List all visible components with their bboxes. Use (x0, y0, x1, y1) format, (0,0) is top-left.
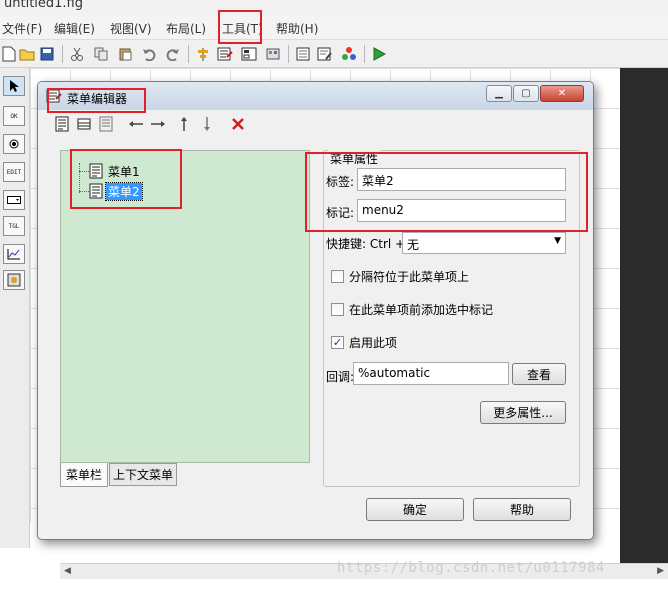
menu-item-icon (89, 163, 103, 179)
ok-button[interactable]: 确定 (366, 498, 464, 521)
move-down-icon[interactable] (198, 115, 216, 133)
checkmark-checkbox-label: 在此菜单项前添加选中标记 (349, 303, 494, 317)
edit-text-tool[interactable]: EDIT (3, 162, 25, 182)
app-title-bar: untitled1.fig (0, 0, 668, 16)
shortcut-select[interactable]: 无 ▼ (402, 232, 566, 254)
copy-icon[interactable] (92, 45, 110, 63)
axes-tool[interactable] (3, 244, 25, 264)
redo-icon[interactable] (164, 45, 182, 63)
component-palette: OK EDIT TGL (0, 68, 30, 548)
activex-tool[interactable] (3, 270, 25, 290)
checkmark-checkbox-box[interactable] (331, 303, 344, 316)
menu-tools[interactable]: 工具(T) (222, 20, 263, 37)
object-browser-icon[interactable] (340, 45, 358, 63)
tab-menubar[interactable]: 菜单栏 (60, 463, 108, 487)
new-context-menu-icon[interactable] (97, 115, 115, 133)
minimize-button[interactable]: ▁ (486, 85, 512, 102)
tab-order-icon[interactable] (240, 45, 258, 63)
toolbar-separator (188, 45, 189, 63)
menu-item-icon (89, 183, 103, 199)
menu-editor-dialog: 菜单编辑器 ▁ ▢ ✕ 菜单1 菜单2 菜单栏 上下文菜单 菜单属性 标签: 菜… (37, 81, 594, 540)
paste-icon[interactable] (116, 45, 134, 63)
help-button[interactable]: 帮助 (473, 498, 571, 521)
shortcut-caption: 快捷键: Ctrl + (326, 237, 406, 251)
maximize-icon: ▢ (521, 88, 531, 99)
app-title: untitled1.fig (4, 0, 83, 11)
checkmark-checkbox[interactable]: 在此菜单项前添加选中标记 (331, 301, 493, 318)
label-caption: 标签: (326, 175, 355, 189)
open-folder-icon[interactable] (18, 45, 36, 63)
tag-caption: 标记: (326, 206, 355, 220)
radio-button-tool[interactable] (3, 134, 25, 154)
menu-file[interactable]: 文件(F) (2, 20, 42, 37)
popup-menu-tool[interactable] (3, 190, 25, 210)
dialog-toolbar (49, 111, 593, 137)
tree-item[interactable]: 菜单1 (89, 163, 142, 179)
menu-view[interactable]: 视图(V) (110, 20, 152, 37)
view-callback-button[interactable]: 查看 (512, 363, 566, 385)
enable-checkbox[interactable]: ✓ 启用此项 (331, 334, 397, 351)
menu-help[interactable]: 帮助(H) (276, 20, 318, 37)
move-up-icon[interactable] (175, 115, 193, 133)
callback-field[interactable]: %automatic (353, 362, 509, 385)
new-file-icon[interactable] (0, 45, 18, 63)
enable-checkbox-box[interactable]: ✓ (331, 336, 344, 349)
dialog-title-bar[interactable]: 菜单编辑器 ▁ ▢ ✕ (38, 82, 593, 110)
window-background (620, 68, 668, 563)
move-left-icon[interactable] (127, 115, 145, 133)
toolbar-separator (364, 45, 365, 63)
toolbar-editor-icon[interactable] (264, 45, 282, 63)
tree-item-selected[interactable]: 菜单2 (89, 181, 143, 201)
menu-tree[interactable]: 菜单1 菜单2 (60, 150, 310, 463)
menu-editor-title-icon (46, 89, 62, 106)
callback-caption: 回调: (326, 370, 355, 384)
menu-properties-title: 菜单属性 (328, 150, 381, 167)
menu-bar: 文件(F) 编辑(E) 视图(V) 布局(L) 工具(T) 帮助(H) (0, 16, 668, 40)
close-button[interactable]: ✕ (540, 85, 584, 102)
toolbar-separator (62, 45, 63, 63)
scroll-right-icon[interactable]: ▶ (657, 566, 664, 576)
new-menu-icon[interactable] (53, 115, 71, 133)
enable-checkbox-label: 启用此项 (349, 336, 398, 350)
editor-icon[interactable] (294, 45, 312, 63)
tree-connector (79, 163, 80, 193)
toolbar-separator (288, 45, 289, 63)
delete-icon[interactable] (229, 115, 247, 133)
separator-checkbox-label: 分隔符位于此菜单项上 (349, 270, 470, 284)
scroll-left-icon[interactable]: ◀ (64, 566, 71, 576)
toggle-button-tool[interactable]: TGL (3, 216, 25, 236)
maximize-button[interactable]: ▢ (513, 85, 539, 102)
save-icon[interactable] (38, 45, 56, 63)
shortcut-value: 无 (407, 238, 420, 252)
checkmark-icon: ✓ (332, 336, 343, 349)
new-menu-item-icon[interactable] (75, 115, 93, 133)
watermark-text: https://blog.csdn.net/u0117984 (337, 560, 605, 576)
align-objects-icon[interactable] (194, 45, 212, 63)
menu-layout[interactable]: 布局(L) (166, 20, 206, 37)
select-pointer-icon[interactable] (3, 76, 25, 96)
tree-connector (79, 191, 89, 192)
cut-icon[interactable] (68, 45, 86, 63)
menu-editor-icon[interactable] (216, 45, 234, 63)
tree-item-label: 菜单2 (105, 181, 143, 201)
tree-item-label: 菜单1 (108, 164, 140, 179)
dialog-title: 菜单编辑器 (67, 92, 128, 106)
label-field[interactable]: 菜单2 (357, 168, 566, 191)
separator-checkbox[interactable]: 分隔符位于此菜单项上 (331, 268, 469, 285)
push-button-tool[interactable]: OK (3, 106, 25, 126)
separator-checkbox-box[interactable] (331, 270, 344, 283)
tag-field[interactable]: menu2 (357, 199, 566, 222)
more-properties-button[interactable]: 更多属性... (480, 401, 566, 424)
run-figure-icon[interactable] (370, 45, 388, 63)
minimize-icon: ▁ (495, 88, 503, 99)
chevron-down-icon: ▼ (554, 236, 561, 246)
close-icon: ✕ (557, 88, 567, 99)
move-right-icon[interactable] (149, 115, 167, 133)
tree-connector (79, 171, 89, 172)
tab-context-menu[interactable]: 上下文菜单 (109, 463, 177, 486)
property-inspector-icon[interactable] (316, 45, 334, 63)
menu-edit[interactable]: 编辑(E) (54, 20, 95, 37)
main-toolbar (0, 40, 668, 68)
undo-icon[interactable] (140, 45, 158, 63)
